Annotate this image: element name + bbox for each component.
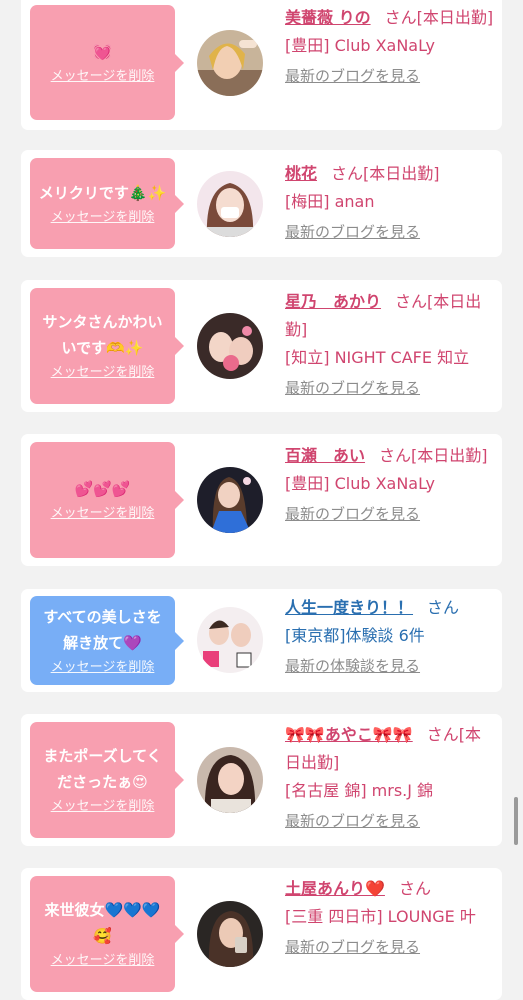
sender-status: さん[本日出勤]: [331, 164, 440, 183]
message-card: 💓 メッセージを削除 美薔薇 りの さん[本日出勤] [豊田] Club XaNa…: [21, 0, 502, 130]
sender-status: さん: [398, 879, 431, 898]
delete-message-link[interactable]: メッセージを削除: [51, 363, 155, 383]
message-text: 💓: [93, 42, 112, 61]
message-bubble: すべての美しさを解き放て💜 メッセージを削除: [30, 596, 184, 685]
sender-status: さん: [427, 598, 460, 617]
sender-name-link[interactable]: 美薔薇 りの: [285, 8, 371, 27]
sender-name-link[interactable]: 星乃 あかり: [285, 292, 381, 311]
avatar[interactable]: [197, 901, 263, 967]
avatar[interactable]: [197, 467, 263, 533]
delete-message-link[interactable]: メッセージを削除: [51, 797, 155, 817]
latest-blog-link[interactable]: 最新のブログを見る: [285, 374, 495, 402]
sender-name-link[interactable]: 人生一度きり！！: [285, 598, 413, 617]
delete-message-link[interactable]: メッセージを削除: [51, 504, 155, 524]
shop-name: [三重 四日市] LOUNGE 叶: [285, 907, 476, 926]
delete-message-link[interactable]: メッセージを削除: [51, 658, 155, 678]
latest-blog-link[interactable]: 最新のブログを見る: [285, 500, 495, 528]
latest-review-link[interactable]: 最新の体験談を見る: [285, 652, 495, 680]
avatar[interactable]: [197, 171, 263, 237]
message-bubble: 来世彼女💙💙💙🥰 メッセージを削除: [30, 876, 184, 992]
latest-blog-link[interactable]: 最新のブログを見る: [285, 933, 495, 961]
message-text: サンタさんかわいいです🫶✨: [42, 313, 163, 357]
sender-info: 🎀🎀あやこ🎀🎀 さん[本日出勤] [名古屋 錦] mrs.J 錦 最新のブログを見…: [285, 721, 495, 835]
delete-message-link[interactable]: メッセージを削除: [51, 951, 155, 971]
avatar[interactable]: [197, 747, 263, 813]
delete-message-link[interactable]: メッセージを削除: [51, 208, 155, 228]
sender-info: 土屋あんり❤️ さん [三重 四日市] LOUNGE 叶 最新のブログを見る: [285, 875, 495, 961]
message-bubble: サンタさんかわいいです🫶✨ メッセージを削除: [30, 288, 184, 404]
delete-message-link[interactable]: メッセージを削除: [51, 67, 155, 87]
review-count: [東京都]体験談 6件: [285, 626, 425, 645]
message-card: サンタさんかわいいです🫶✨ メッセージを削除 星乃 あかり さん[本日出勤] [知…: [21, 280, 502, 412]
shop-name: [豊田] Club XaNaLy: [285, 474, 436, 493]
message-text: 来世彼女💙💙💙🥰: [44, 901, 161, 945]
sender-info: 美薔薇 りの さん[本日出勤] [豊田] Club XaNaLy 最新のブログを見…: [285, 4, 495, 90]
sender-info: 桃花 さん[本日出勤] [梅田] anan 最新のブログを見る: [285, 160, 495, 246]
shop-name: [梅田] anan: [285, 192, 375, 211]
message-card: 💕💕💕 メッセージを削除 百瀬 あい さん[本日出勤] [豊田] Club XaN…: [21, 434, 502, 566]
message-text: 💕💕💕: [74, 480, 131, 498]
message-bubble: メリクリです🎄✨ メッセージを削除: [30, 158, 184, 249]
sender-info: 星乃 あかり さん[本日出勤] [知立] NIGHT CAFE 知立 最新のブログ…: [285, 288, 495, 402]
sender-name-link[interactable]: 桃花: [285, 164, 317, 183]
latest-blog-link[interactable]: 最新のブログを見る: [285, 807, 495, 835]
message-card: すべての美しさを解き放て💜 メッセージを削除 人生一度きり！！ さん [東京都]体…: [21, 589, 502, 692]
scrollbar-thumb[interactable]: [514, 797, 518, 845]
message-bubble: 💕💕💕 メッセージを削除: [30, 442, 184, 558]
latest-blog-link[interactable]: 最新のブログを見る: [285, 62, 495, 90]
message-list: 💓 メッセージを削除 美薔薇 りの さん[本日出勤] [豊田] Club XaNa…: [0, 0, 523, 1000]
sender-name-link[interactable]: 土屋あんり❤️: [285, 879, 385, 898]
message-card: またポーズしてくださったぁ😍 メッセージを削除 🎀🎀あやこ🎀🎀 さん[本日出勤] …: [21, 714, 502, 846]
message-bubble: 💓 メッセージを削除: [30, 5, 184, 120]
message-text: すべての美しさを解き放て💜: [43, 607, 162, 652]
message-text: メリクリです🎄✨: [38, 183, 167, 202]
sender-name-link[interactable]: 🎀🎀あやこ🎀🎀: [285, 725, 413, 744]
shop-name: [名古屋 錦] mrs.J 錦: [285, 781, 434, 800]
latest-blog-link[interactable]: 最新のブログを見る: [285, 218, 495, 246]
shop-name: [知立] NIGHT CAFE 知立: [285, 348, 470, 367]
sender-info: 百瀬 あい さん[本日出勤] [豊田] Club XaNaLy 最新のブログを見る: [285, 442, 495, 528]
sender-status: さん[本日出勤]: [379, 446, 488, 465]
message-text: またポーズしてくださったぁ😍: [43, 747, 162, 791]
shop-name: [豊田] Club XaNaLy: [285, 36, 436, 55]
sender-name-link[interactable]: 百瀬 あい: [285, 446, 365, 465]
avatar[interactable]: [197, 607, 263, 673]
message-bubble: またポーズしてくださったぁ😍 メッセージを削除: [30, 722, 184, 838]
sender-info: 人生一度きり！！ さん [東京都]体験談 6件 最新の体験談を見る: [285, 594, 495, 680]
avatar[interactable]: [197, 313, 263, 379]
avatar[interactable]: [197, 30, 263, 96]
message-card: メリクリです🎄✨ メッセージを削除 桃花 さん[本日出勤] [梅田] anan 最…: [21, 150, 502, 257]
message-card: 来世彼女💙💙💙🥰 メッセージを削除 土屋あんり❤️ さん [三重 四日市] LOU…: [21, 868, 502, 1000]
sender-status: さん[本日出勤]: [384, 8, 494, 27]
